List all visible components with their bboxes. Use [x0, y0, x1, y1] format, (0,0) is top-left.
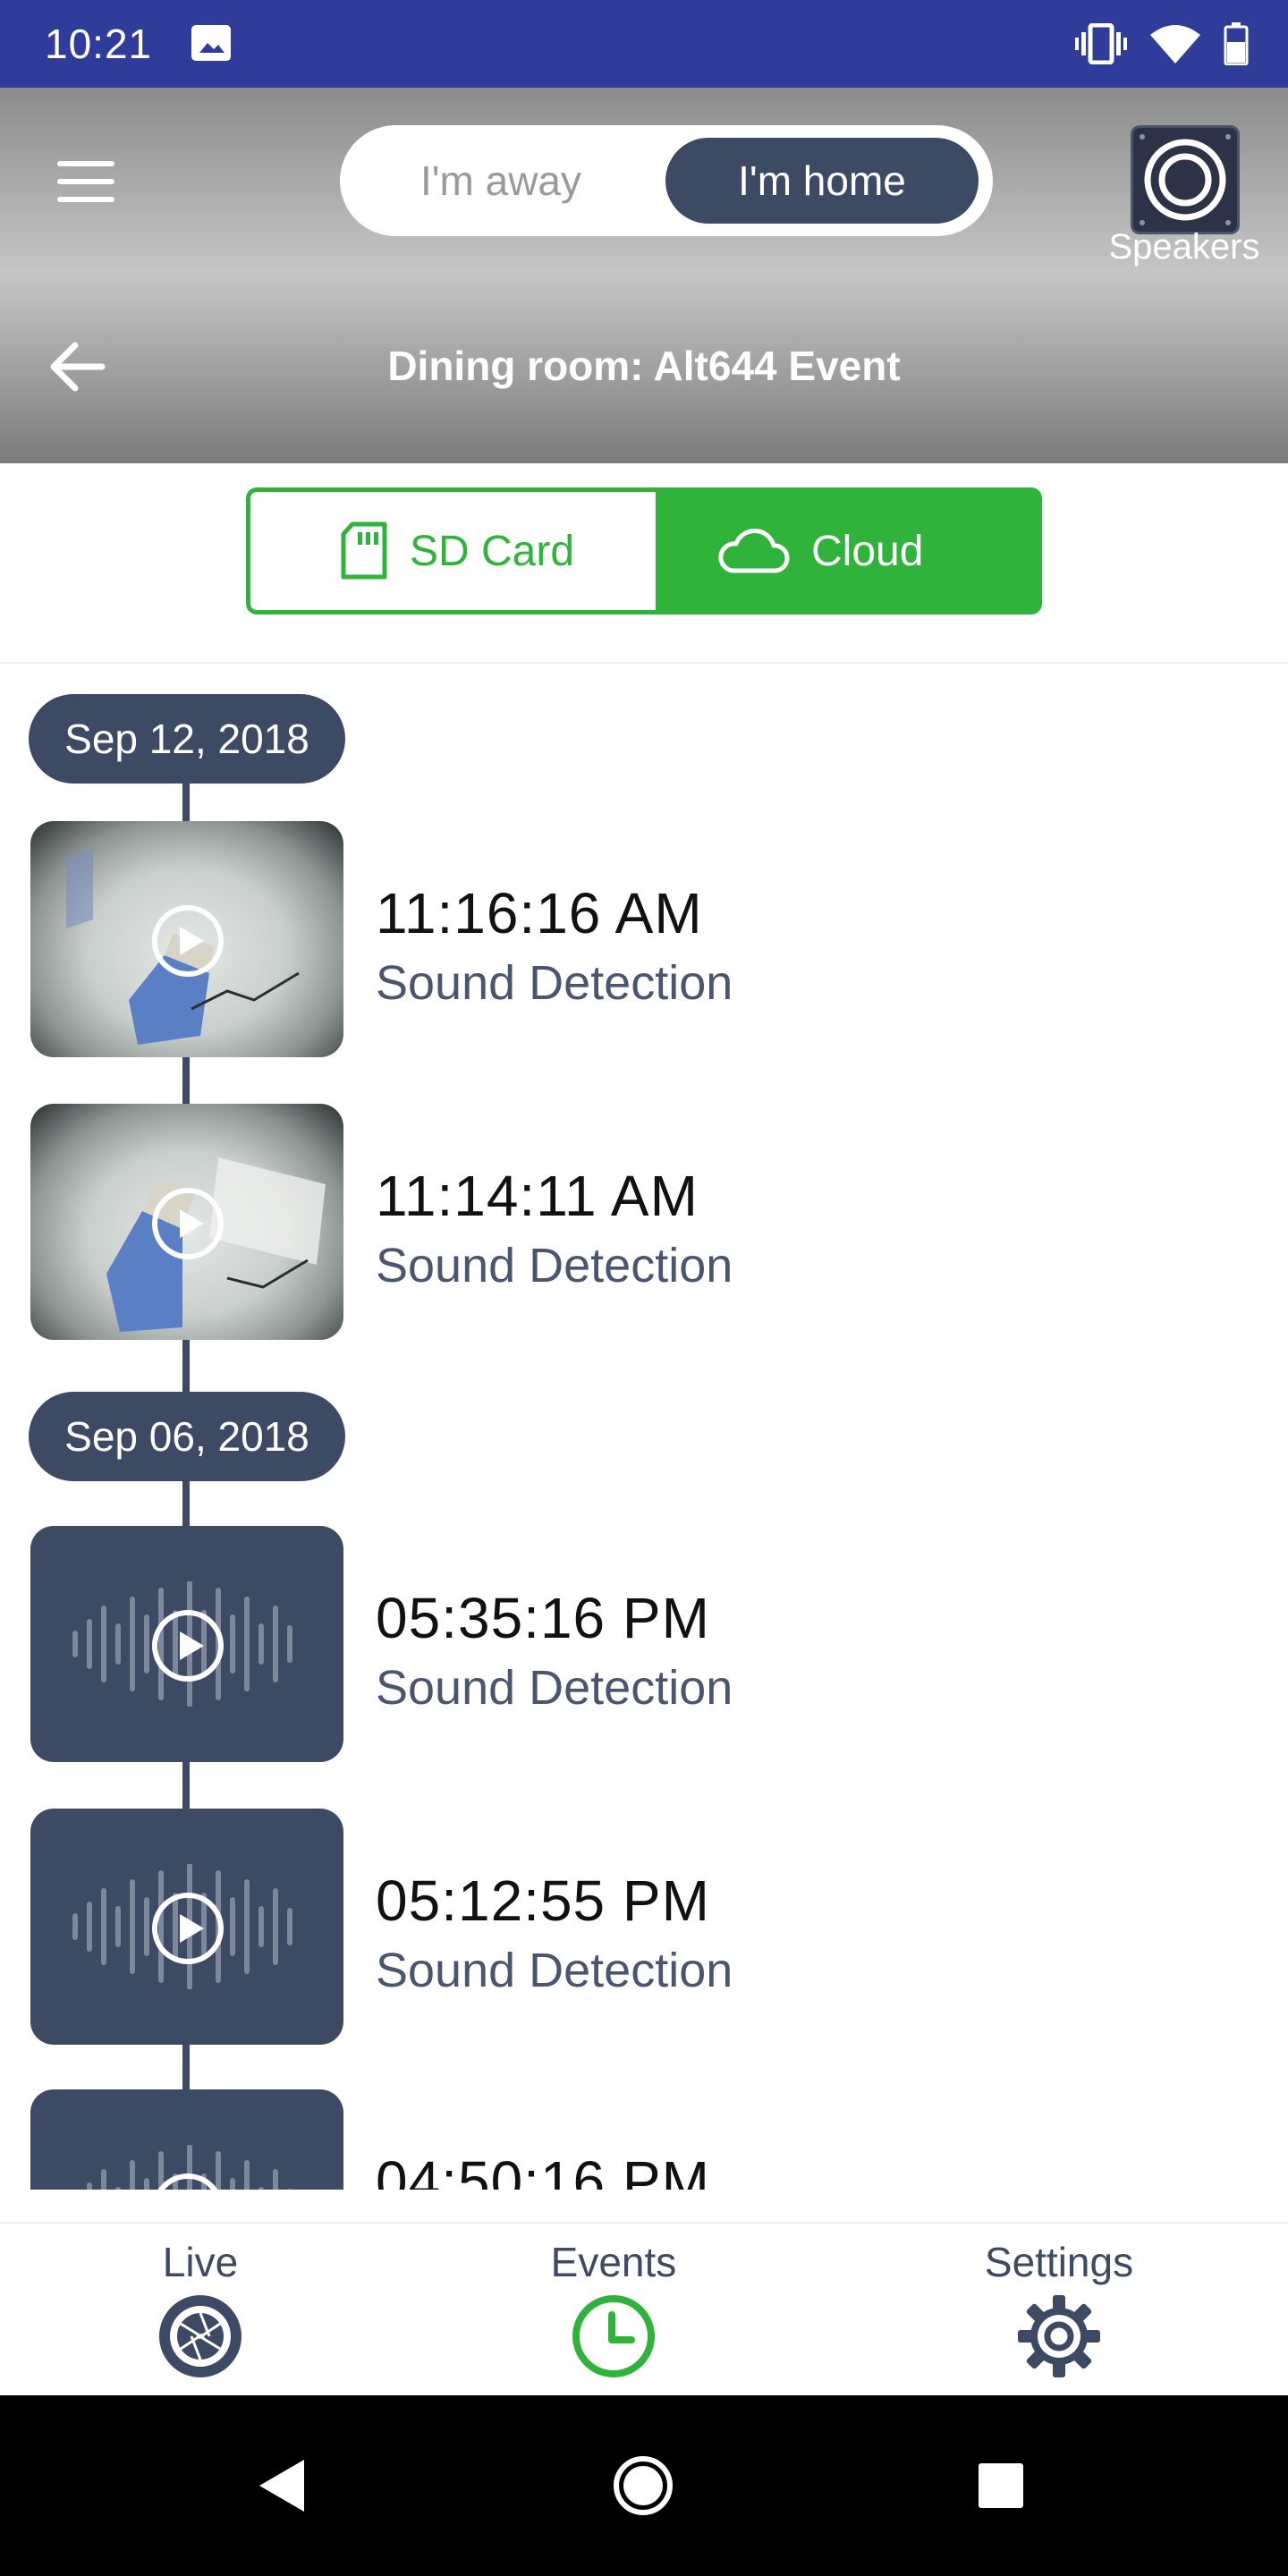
event-thumbnail: [30, 1809, 343, 2045]
speakers-button[interactable]: Speakers: [1106, 125, 1263, 277]
nav-events[interactable]: Events: [506, 2224, 721, 2397]
speaker-icon: [1131, 125, 1240, 234]
play-icon: [152, 1188, 224, 1259]
nav-settings-label: Settings: [984, 2239, 1134, 2285]
app-header: I'm away I'm home Speakers Dining room: …: [0, 88, 1288, 463]
back-button[interactable]: [48, 340, 106, 394]
event-row[interactable]: 11:16:16 AM Sound Detection: [0, 821, 1288, 1057]
camera-shutter-icon: [159, 2295, 242, 2377]
event-time: 11:16:16 AM: [376, 881, 703, 945]
play-icon: [152, 1893, 224, 1964]
event-list[interactable]: Sep 12, 2018 11:16:16 AM Sound Detection: [0, 664, 1288, 2190]
event-type: Sound Detection: [376, 1661, 733, 1715]
wifi-icon: [1150, 25, 1200, 64]
event-thumbnail: [30, 821, 343, 1057]
vibrate-icon: [1075, 23, 1127, 64]
mode-toggle: I'm away I'm home: [340, 125, 993, 236]
sd-card-icon: [341, 521, 387, 580]
mode-home-button[interactable]: I'm home: [665, 138, 979, 224]
event-time: 04:50:16 PM: [376, 2149, 710, 2190]
event-thumbnail: [30, 1526, 343, 1762]
source-tabs: SD Card Cloud: [246, 487, 1042, 614]
event-row[interactable]: 05:12:55 PM Sound Detection: [0, 1809, 1288, 2045]
arrow-left-icon: [50, 342, 106, 392]
event-thumbnail: [30, 2089, 343, 2190]
nav-settings[interactable]: Settings: [952, 2224, 1166, 2397]
event-type: Sound Detection: [376, 1239, 733, 1292]
event-time: 05:12:55 PM: [376, 1868, 710, 1933]
image-icon: [191, 25, 231, 61]
gear-icon: [1018, 2295, 1100, 2377]
event-time: 05:35:16 PM: [376, 1586, 710, 1650]
home-circle-icon[interactable]: [603, 2445, 683, 2526]
cloud-icon: [718, 528, 790, 573]
status-time: 10:21: [45, 21, 153, 67]
clock-icon: [572, 2295, 655, 2377]
event-type: Sound Detection: [376, 1944, 733, 1997]
date-header: Sep 12, 2018: [29, 694, 345, 784]
page-title: Dining room: Alt644 Event: [387, 343, 901, 389]
nav-live[interactable]: Live: [93, 2224, 308, 2397]
event-row[interactable]: 11:14:11 AM Sound Detection: [0, 1104, 1288, 1340]
back-triangle-icon[interactable]: [243, 2445, 324, 2526]
status-bar: 10:21: [0, 0, 1288, 88]
event-time: 11:14:11 AM: [376, 1164, 699, 1228]
system-nav-bar: [0, 2395, 1288, 2576]
menu-button[interactable]: [57, 161, 116, 206]
date-header: Sep 06, 2018: [29, 1392, 345, 1481]
play-icon: [152, 905, 224, 977]
event-type: Sound Detection: [376, 956, 733, 1010]
tab-sd-card[interactable]: SD Card: [246, 487, 656, 614]
tab-cloud-label: Cloud: [811, 527, 924, 575]
play-icon: [152, 1610, 224, 1682]
mode-away-button[interactable]: I'm away: [340, 125, 662, 236]
battery-icon: [1224, 22, 1249, 65]
nav-events-label: Events: [550, 2239, 677, 2285]
recents-square-icon[interactable]: [961, 2445, 1041, 2526]
nav-live-label: Live: [162, 2239, 239, 2285]
event-thumbnail: [30, 1104, 343, 1340]
bottom-nav: Live Events Settings: [0, 2222, 1288, 2395]
hamburger-icon: [57, 161, 114, 166]
tab-cloud[interactable]: Cloud: [656, 487, 1042, 614]
speakers-label: Speakers: [1108, 227, 1260, 267]
event-row[interactable]: 04:50:16 PM: [0, 2089, 1288, 2190]
tab-sd-card-label: SD Card: [410, 527, 575, 575]
play-icon: [157, 2174, 218, 2190]
event-row[interactable]: 05:35:16 PM Sound Detection: [0, 1526, 1288, 1762]
